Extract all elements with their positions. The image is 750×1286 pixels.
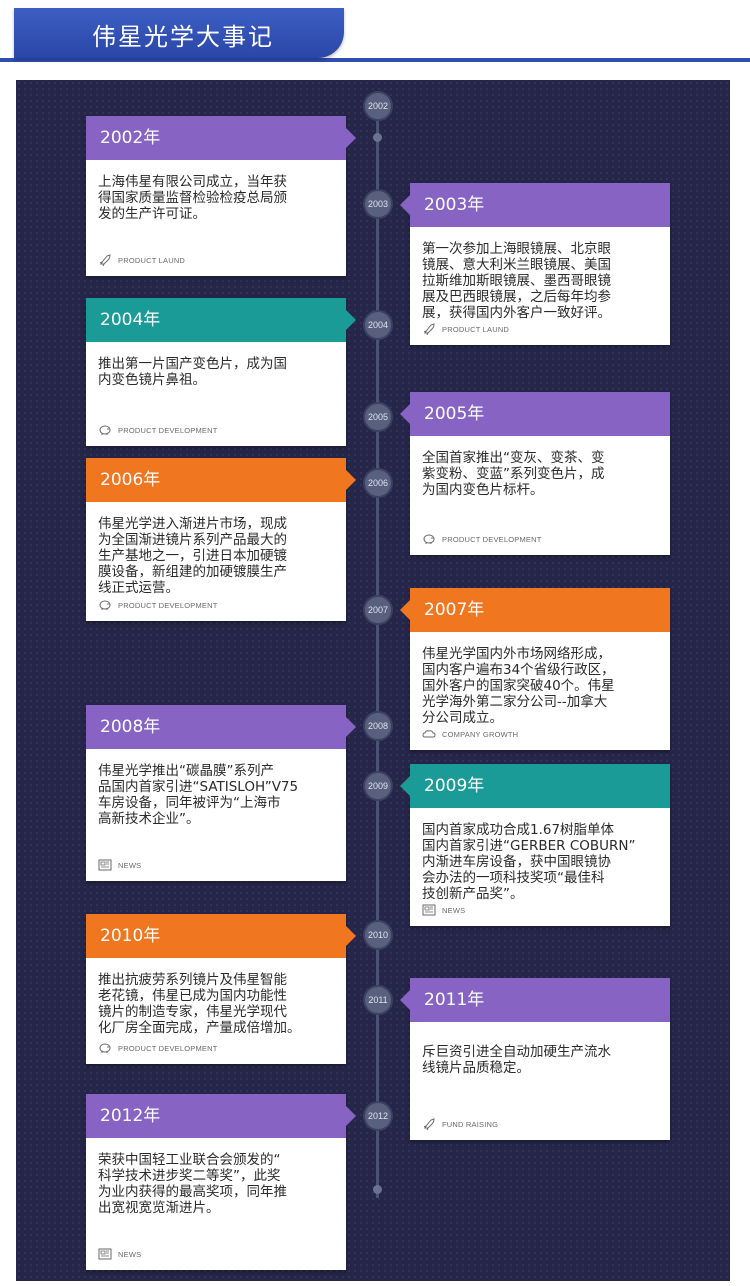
event-year: 2004年 xyxy=(86,298,356,342)
event-tag-label: PRODUCT DEVELOPMENT xyxy=(118,600,218,610)
event-text: 伟星光学国内外市场网络形成， 国内客户遍布34个省级行政区， 国外客户的国家突破… xyxy=(422,646,615,726)
event-year: 2006年 xyxy=(86,458,356,502)
timeline-axis xyxy=(376,108,379,1198)
event-tag-label: PRODUCT DEVELOPMENT xyxy=(118,425,218,435)
event-card-2011: 2011年 斥巨资引进全自动加硬生产流水 线镜片品质稳定。 FUND RAISI… xyxy=(400,978,670,1140)
event-card-2007: 2007年 伟星光学国内外市场网络形成， 国内客户遍布34个省级行政区， 国外客… xyxy=(400,588,670,750)
event-text: 伟星光学进入渐进片市场，现成 为全国渐进镜片系列产品最大的 生产基地之一，引进日… xyxy=(98,516,287,596)
event-tag: NEWS xyxy=(422,904,465,916)
event-card-2004: 2004年 推出第一片国产变色片，成为国 内变色镜片鼻祖。 PRODUCT DE… xyxy=(86,298,356,446)
event-text: 斥巨资引进全自动加硬生产流水 线镜片品质稳定。 xyxy=(422,1044,611,1076)
event-card-2008: 2008年 伟星光学推出“碳晶膜”系列产 品国内首家引进“SATISLOH”V7… xyxy=(86,705,356,881)
event-text: 伟星光学推出“碳晶膜”系列产 品国内首家引进“SATISLOH”V75 车房设备… xyxy=(98,763,299,827)
event-text: 推出第一片国产变色片，成为国 内变色镜片鼻祖。 xyxy=(98,356,287,388)
event-tag-label: NEWS xyxy=(118,1249,142,1259)
cloud-icon xyxy=(422,728,436,740)
timeline-node-2005: 2005 xyxy=(365,404,391,430)
event-tag: NEWS xyxy=(98,859,141,871)
timeline-node-2009: 2009 xyxy=(365,773,391,799)
event-text: 第一次参加上海眼镜展、北京眼 镜展、意大利米兰眼镜展、美国 拉斯维加斯眼镜展、墨… xyxy=(422,241,611,321)
event-tag: NEWS xyxy=(98,1248,141,1260)
event-year: 2002年 xyxy=(86,116,356,160)
event-tag: COMPANY GROWTH xyxy=(422,728,518,740)
event-year: 2008年 xyxy=(86,705,356,749)
event-card-2012: 2012年 荣获中国轻工业联合会颁发的“ 科学技术进步奖二等奖”，此奖 为业内获… xyxy=(86,1094,356,1270)
event-tag: PRODUCT LAUND xyxy=(98,254,185,266)
event-tag-label: NEWS xyxy=(118,860,142,870)
event-card-2002: 2002年 上海伟星有限公司成立，当年获 得国家质量监督检验检疫总局颁 发的生产… xyxy=(86,116,356,276)
event-year: 2007年 xyxy=(400,588,670,632)
event-card-2006: 2006年 伟星光学进入渐进片市场，现成 为全国渐进镜片系列产品最大的 生产基地… xyxy=(86,458,356,621)
timeline-node-2004: 2004 xyxy=(365,312,391,338)
event-tag-label: PRODUCT LAUND xyxy=(118,255,186,265)
header-rule xyxy=(0,58,750,62)
event-tag: PRODUCT LAUND xyxy=(422,323,509,335)
event-tag: PRODUCT DEVELOPMENT xyxy=(422,533,542,545)
event-year: 2010年 xyxy=(86,914,356,958)
event-text: 上海伟星有限公司成立，当年获 得国家质量监督检验检疫总局颁 发的生产许可证。 xyxy=(98,174,287,222)
event-tag: FUND RAISING xyxy=(422,1118,498,1130)
event-tag-label: FUND RAISING xyxy=(442,1119,499,1129)
timeline-node-2011: 2011 xyxy=(365,987,391,1013)
event-text: 荣获中国轻工业联合会颁发的“ 科学技术进步奖二等奖”，此奖 为业内获得的最高奖项… xyxy=(98,1152,287,1216)
event-year: 2009年 xyxy=(400,764,670,808)
event-card-2003: 2003年 第一次参加上海眼镜展、北京眼 镜展、意大利米兰眼镜展、美国 拉斯维加… xyxy=(400,183,670,345)
timeline-node-2012: 2012 xyxy=(365,1103,391,1129)
timeline-node-2002: 2002 xyxy=(365,93,391,119)
event-year: 2003年 xyxy=(400,183,670,227)
newspaper-icon xyxy=(422,904,436,916)
rocket-icon xyxy=(422,1118,436,1130)
piggy-bank-icon xyxy=(422,533,436,545)
piggy-bank-icon xyxy=(98,599,112,611)
event-year: 2005年 xyxy=(400,392,670,436)
page-title: 伟星光学大事记 xyxy=(92,23,274,51)
event-tag-label: PRODUCT DEVELOPMENT xyxy=(118,1043,218,1053)
event-card-2009: 2009年 国内首家成功合成1.67树脂单体 国内首家引进“GERBER COB… xyxy=(400,764,670,926)
event-tag-label: PRODUCT LAUND xyxy=(442,324,510,334)
piggy-bank-icon xyxy=(98,1042,112,1054)
event-tag: PRODUCT DEVELOPMENT xyxy=(98,424,218,436)
timeline-node-2010: 2010 xyxy=(365,922,391,948)
newspaper-icon xyxy=(98,859,112,871)
piggy-bank-icon xyxy=(98,424,112,436)
timeline-node-2003: 2003 xyxy=(365,191,391,217)
event-text: 推出抗疲劳系列镜片及伟星智能 老花镜，伟星已成为国内功能性 镜片的制造专家，伟星… xyxy=(98,972,301,1036)
event-tag-label: PRODUCT DEVELOPMENT xyxy=(442,534,542,544)
newspaper-icon xyxy=(98,1248,112,1260)
timeline-dot xyxy=(373,1185,382,1194)
event-tag-label: COMPANY GROWTH xyxy=(442,729,519,739)
event-year: 2011年 xyxy=(400,978,670,1022)
event-tag: PRODUCT DEVELOPMENT xyxy=(98,1042,218,1054)
event-text: 全国首家推出“变灰、变茶、变 紫变粉、变蓝”系列变色片，成 为国内变色片标杆。 xyxy=(422,450,605,498)
header-banner: 伟星光学大事记 xyxy=(14,8,344,58)
timeline-node-2006: 2006 xyxy=(365,470,391,496)
event-card-2005: 2005年 全国首家推出“变灰、变茶、变 紫变粉、变蓝”系列变色片，成 为国内变… xyxy=(400,392,670,555)
timeline-dot xyxy=(373,133,382,142)
event-tag-label: NEWS xyxy=(442,905,466,915)
rocket-icon xyxy=(98,254,112,266)
timeline-node-2008: 2008 xyxy=(365,713,391,739)
rocket-icon xyxy=(422,323,436,335)
timeline-node-2007: 2007 xyxy=(365,597,391,623)
event-card-2010: 2010年 推出抗疲劳系列镜片及伟星智能 老花镜，伟星已成为国内功能性 镜片的制… xyxy=(86,914,356,1064)
event-year: 2012年 xyxy=(86,1094,356,1138)
event-text: 国内首家成功合成1.67树脂单体 国内首家引进“GERBER COBURN” 内… xyxy=(422,822,636,902)
event-tag: PRODUCT DEVELOPMENT xyxy=(98,599,218,611)
